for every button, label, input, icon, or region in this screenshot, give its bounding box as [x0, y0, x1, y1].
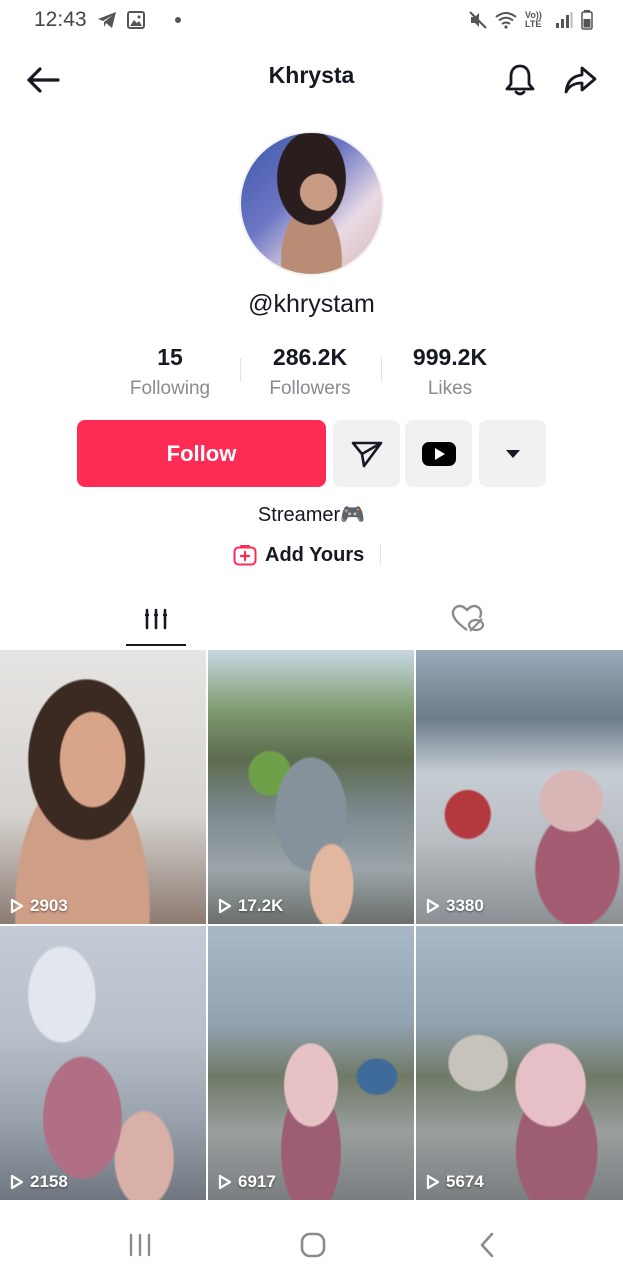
play-icon — [426, 1174, 440, 1190]
view-count-value: 3380 — [446, 896, 484, 915]
message-button[interactable] — [333, 420, 400, 487]
wifi-icon — [495, 12, 517, 29]
likes-stat[interactable]: 999.2K Likes — [380, 340, 520, 410]
play-icon — [10, 1174, 24, 1190]
tab-liked[interactable] — [312, 590, 623, 648]
video-thumbnail[interactable]: 5674 — [416, 926, 623, 1200]
videos-grid-icon — [144, 608, 167, 630]
profile-stats: 15 Following 286.2K Followers 999.2K Lik… — [100, 340, 522, 410]
view-count-value: 2158 — [30, 1172, 68, 1191]
followers-label: Followers — [269, 378, 351, 399]
notifications-button[interactable] — [500, 60, 540, 100]
status-right-icons: Vo)) LTE — [469, 10, 593, 30]
recents-icon — [129, 1233, 151, 1257]
following-count: 15 — [157, 344, 183, 370]
video-thumbnail[interactable]: 2158 — [0, 926, 206, 1200]
notification-dot — [174, 17, 181, 23]
youtube-button[interactable] — [405, 420, 472, 487]
profile-bio: Streamer🎮 — [257, 504, 366, 526]
likes-label: Likes — [427, 378, 473, 399]
system-back-button[interactable] — [458, 1225, 518, 1265]
add-yours-label: Add Yours — [265, 543, 365, 566]
view-count-value: 2903 — [30, 896, 68, 915]
stat-divider — [240, 358, 241, 382]
video-grid: 2903 17.2K 3380 2158 6917 5674 — [0, 650, 623, 1202]
dropdown-icon — [505, 449, 520, 458]
view-count: 5674 — [426, 1172, 484, 1192]
play-icon — [426, 898, 440, 914]
back-icon — [480, 1232, 494, 1258]
profile-handle: @khrystam — [248, 290, 375, 318]
view-count: 3380 — [426, 896, 484, 916]
video-thumbnail[interactable]: 6917 — [208, 926, 414, 1200]
liked-hidden-icon — [451, 604, 484, 632]
share-icon — [564, 66, 597, 94]
view-count-value: 5674 — [446, 1172, 484, 1191]
following-label: Following — [129, 378, 211, 399]
view-count: 2158 — [10, 1172, 68, 1192]
youtube-icon — [421, 441, 456, 466]
add-yours-icon — [233, 545, 257, 566]
status-left-icons — [97, 11, 145, 29]
video-thumbnail[interactable]: 17.2K — [208, 650, 414, 924]
recents-button[interactable] — [110, 1225, 170, 1265]
gallery-icon — [126, 11, 145, 29]
video-thumbnail[interactable]: 3380 — [416, 650, 623, 924]
content-tabs — [0, 590, 623, 648]
profile-avatar[interactable] — [239, 131, 384, 276]
top-bar: Khrysta — [0, 50, 623, 108]
bell-icon — [505, 64, 535, 96]
follow-button[interactable]: Follow — [77, 420, 326, 487]
add-yours-divider — [380, 545, 382, 565]
add-yours-link[interactable]: Add Yours — [233, 540, 382, 570]
send-message-icon — [351, 441, 382, 467]
likes-count: 999.2K — [412, 344, 488, 370]
view-count: 6917 — [218, 1172, 276, 1192]
mute-icon — [469, 11, 487, 29]
home-icon — [300, 1232, 326, 1258]
home-button[interactable] — [283, 1225, 343, 1265]
video-thumbnail[interactable]: 2903 — [0, 650, 206, 924]
tab-videos[interactable] — [0, 590, 311, 648]
volte-icon: Vo)) LTE — [525, 10, 542, 29]
status-bar: 12:43 Vo)) LTE — [0, 0, 623, 40]
followers-count: 286.2K — [272, 344, 348, 370]
stat-divider — [381, 358, 382, 382]
view-count: 2903 — [10, 896, 68, 916]
battery-icon — [581, 10, 593, 30]
play-icon — [10, 898, 24, 914]
share-button[interactable] — [560, 60, 600, 100]
play-icon — [218, 1174, 232, 1190]
view-count: 17.2K — [218, 896, 283, 916]
followers-stat[interactable]: 286.2K Followers — [240, 340, 380, 410]
telegram-icon — [97, 12, 116, 28]
play-icon — [218, 898, 232, 914]
active-tab-indicator — [126, 644, 186, 646]
status-time: 12:43 — [34, 8, 87, 31]
view-count-value: 6917 — [238, 1172, 276, 1191]
view-count-value: 17.2K — [238, 896, 284, 915]
following-stat[interactable]: 15 Following — [100, 340, 240, 410]
system-nav-bar — [0, 1205, 623, 1280]
signal-icon — [556, 12, 573, 28]
more-options-button[interactable] — [479, 420, 546, 487]
